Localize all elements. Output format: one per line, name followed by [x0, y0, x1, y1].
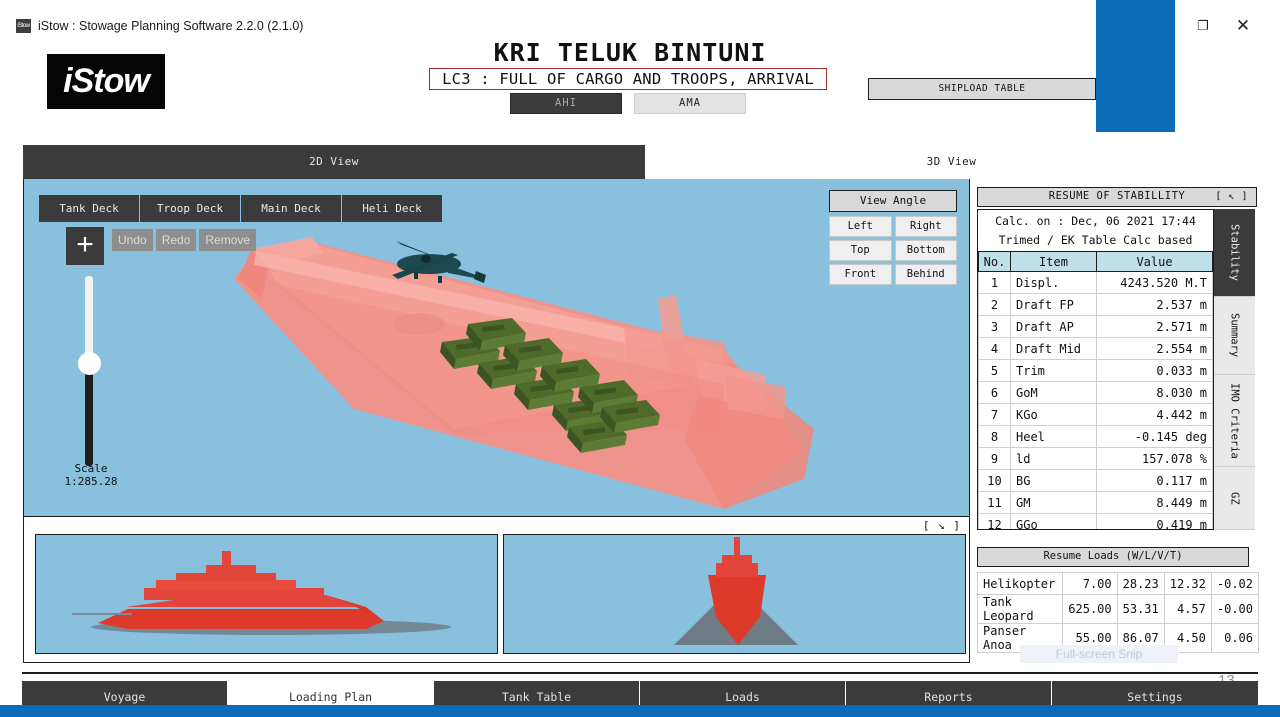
table-row: Tank Leopard 625.00 53.31 4.57 -0.00 [977, 594, 1259, 624]
stability-side-tabs: Stability Summary IMO Criteria GZ [1214, 209, 1255, 530]
add-cargo-button[interactable]: + [66, 227, 104, 265]
view-angle-panel: View Angle Left Right Top Bottom Front B… [829, 190, 957, 285]
calc-timestamp: Calc. on : Dec, 06 2021 17:44 [995, 214, 1196, 228]
ship-3d-canvas[interactable]: Tank Deck Troop Deck Main Deck Heli Deck… [23, 179, 970, 517]
remove-button[interactable]: Remove [199, 229, 257, 251]
istow-app-icon: iStow [16, 19, 31, 33]
nav-settings[interactable]: Settings [1052, 681, 1258, 708]
table-row: 8 Heel -0.145 deg [978, 425, 1213, 448]
table-row: 3 Draft AP 2.571 m [978, 315, 1213, 338]
window-title: iStow : Stowage Planning Software 2.2.0 … [38, 19, 304, 33]
maximize-icon[interactable]: ❐ [1188, 14, 1218, 38]
scale-value: 1:285.28 [64, 475, 118, 488]
sidetab-gz[interactable]: GZ [1214, 467, 1255, 530]
redo-button[interactable]: Redo [155, 229, 197, 251]
ama-button[interactable]: AMA [634, 93, 746, 114]
stability-table-container: Calc. on : Dec, 06 2021 17:44 Trimed / E… [977, 209, 1214, 530]
view-angle-behind[interactable]: Behind [894, 264, 957, 285]
edit-button-group: Undo Redo Remove [112, 229, 257, 251]
nav-loads[interactable]: Loads [640, 681, 846, 708]
view-angle-title: View Angle [829, 190, 957, 212]
table-row: 4 Draft Mid 2.554 m [978, 337, 1213, 360]
nav-tank-table[interactable]: Tank Table [434, 681, 640, 708]
table-row: 2 Draft FP 2.537 m [978, 293, 1213, 316]
table-row: 7 KGo 4.442 m [978, 403, 1213, 426]
stability-panel-title-text: RESUME OF STABILLITY [1048, 190, 1186, 202]
table-row: 9 ld 157.078 % [978, 447, 1213, 470]
table-row: 1 Displ. 4243.520 M.T [978, 271, 1213, 294]
stability-panel-title: RESUME OF STABILLITY [ ↖ ] [977, 187, 1257, 207]
deck-tab-bar: Tank Deck Troop Deck Main Deck Heli Deck [39, 195, 443, 222]
snip-selection-overlay [1096, 0, 1175, 132]
undo-button[interactable]: Undo [112, 229, 153, 251]
resume-loads-container: Helikopter 7.00 28.23 12.32 -0.02 Tank L… [977, 572, 1259, 653]
table-row: Helikopter 7.00 28.23 12.32 -0.02 [977, 572, 1259, 595]
deck-tab-main[interactable]: Main Deck [241, 195, 342, 222]
resume-loads-title: Resume Loads (W/L/V/T) [977, 547, 1249, 567]
divider [22, 672, 1258, 674]
shipload-table-button[interactable]: SHIPLOAD TABLE [868, 78, 1096, 100]
calc-method: Trimed / EK Table Calc based [998, 233, 1193, 247]
table-row: 5 Trim 0.033 m [978, 359, 1213, 382]
nav-reports[interactable]: Reports [846, 681, 1052, 708]
view-angle-top[interactable]: Top [829, 240, 892, 261]
ship-front-view[interactable] [503, 534, 966, 654]
sidetab-summary[interactable]: Summary [1214, 297, 1255, 375]
tab-2d-view[interactable]: 2D View [23, 145, 645, 179]
table-row: 10 BG 0.117 m [978, 469, 1213, 492]
title-bar: iStow iStow : Stowage Planning Software … [0, 0, 1280, 42]
scale-label: Scale [74, 462, 108, 475]
sidetab-stability[interactable]: Stability [1214, 209, 1255, 297]
expand-icon[interactable]: [ ↘ ] [923, 519, 961, 532]
nav-voyage[interactable]: Voyage [22, 681, 228, 708]
zoom-slider-knob[interactable] [78, 352, 101, 375]
load-case-banner: LC3 : FULL OF CARGO AND TROOPS, ARRIVAL [429, 68, 827, 90]
stability-table: No. Item Value 1 Displ. 4243.520 M.T 2 Draf… [978, 251, 1213, 529]
tab-3d-view[interactable]: 3D View [645, 145, 1258, 179]
ahi-button[interactable]: AHI [510, 93, 622, 114]
deck-tab-tank[interactable]: Tank Deck [39, 195, 140, 222]
ship-orthographic-views: [ ↘ ] [23, 517, 970, 663]
page-title: KRI TELUK BINTUNI [493, 38, 767, 67]
view-angle-front[interactable]: Front [829, 264, 892, 285]
col-value: Value [1096, 251, 1213, 272]
snip-tool-hint: Full-screen Snip [1020, 645, 1178, 663]
sidetab-imo-criteria[interactable]: IMO Criteria [1214, 375, 1255, 467]
close-icon[interactable]: ✕ [1228, 14, 1258, 38]
table-row: 11 GM 8.449 m [978, 491, 1213, 514]
istow-logo: iStow [47, 54, 165, 109]
table-row: 12 GGo 0.419 m [978, 513, 1213, 529]
view-angle-right[interactable]: Right [894, 216, 957, 237]
stability-table-header: No. Item Value [978, 251, 1213, 272]
resume-loads-table: Helikopter 7.00 28.23 12.32 -0.02 Tank L… [977, 572, 1259, 653]
table-row: 6 GoM 8.030 m [978, 381, 1213, 404]
deck-tab-heli[interactable]: Heli Deck [342, 195, 443, 222]
bottom-navigation: Voyage Loading Plan Tank Table Loads Rep… [22, 681, 1258, 708]
zoom-slider-track-lower[interactable] [85, 366, 93, 466]
col-no: No. [978, 251, 1011, 272]
scale-readout: Scale 1:285.28 [58, 462, 124, 488]
view-angle-bottom[interactable]: Bottom [894, 240, 957, 261]
ship-side-view[interactable] [35, 534, 498, 654]
taskbar [0, 705, 1280, 717]
view-angle-left[interactable]: Left [829, 216, 892, 237]
application-window: iStow iStow : Stowage Planning Software … [0, 0, 1280, 717]
view-tab-bar: 2D View 3D View [23, 145, 1258, 179]
deck-tab-troop[interactable]: Troop Deck [140, 195, 241, 222]
col-item: Item [1010, 251, 1097, 272]
collapse-icon[interactable]: [ ↖ ] [1215, 188, 1248, 205]
nav-loading-plan[interactable]: Loading Plan [228, 681, 434, 708]
